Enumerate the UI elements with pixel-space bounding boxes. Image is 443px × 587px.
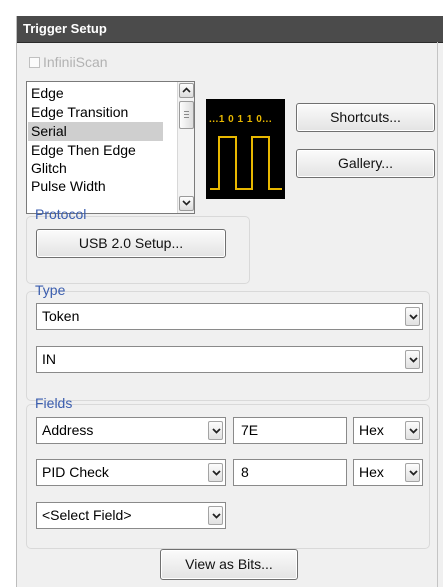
add-field-select[interactable]: <Select Field> — [36, 502, 226, 529]
format-dropdown-button[interactable] — [405, 421, 420, 440]
pid-check-value-input[interactable]: 8 — [233, 459, 347, 486]
type-label: Type — [35, 282, 66, 298]
view-as-bits-button[interactable]: View as Bits... — [160, 549, 298, 580]
trigger-setup-dialog: Trigger Setup InfiniiScan Edge Edge Tran… — [16, 16, 443, 587]
usb-setup-button[interactable]: USB 2.0 Setup... — [36, 229, 226, 258]
gallery-button[interactable]: Gallery... — [296, 149, 435, 178]
chevron-down-icon — [182, 200, 191, 206]
right-divider — [437, 42, 438, 587]
direction-select[interactable]: IN — [36, 346, 423, 373]
waveform-bits-label: ...1 0 1 1 0... — [209, 114, 272, 125]
list-item-serial[interactable]: Serial — [28, 122, 163, 141]
field-select-value: PID Check — [42, 464, 109, 480]
chevron-down-icon — [409, 314, 418, 320]
add-field-dropdown-button[interactable] — [208, 506, 223, 525]
list-item-pulse-width[interactable]: Pulse Width — [28, 177, 163, 196]
trigger-type-list[interactable]: Edge Edge Transition Serial Edge Then Ed… — [26, 81, 195, 214]
list-item-edge-then-edge[interactable]: Edge Then Edge — [28, 141, 163, 160]
pid-check-format-select[interactable]: Hex — [353, 459, 423, 486]
checkbox-box[interactable] — [29, 57, 40, 68]
chevron-down-icon — [409, 470, 418, 476]
shortcuts-button-label: Shortcuts... — [330, 109, 401, 125]
field-dropdown-button[interactable] — [208, 463, 223, 482]
token-dropdown-button[interactable] — [405, 307, 420, 326]
address-format-select[interactable]: Hex — [353, 417, 423, 444]
protocol-label: Protocol — [35, 206, 87, 222]
list-item-glitch[interactable]: Glitch — [28, 159, 163, 178]
chevron-down-icon — [212, 470, 221, 476]
serial-waveform-icon: ...1 0 1 1 0... — [206, 99, 285, 199]
token-select[interactable]: Token — [36, 303, 423, 330]
title-bar: Trigger Setup — [17, 16, 443, 43]
chevron-down-icon — [212, 428, 221, 434]
chevron-down-icon — [409, 357, 418, 363]
chevron-down-icon — [212, 513, 221, 519]
list-item-edge-transition[interactable]: Edge Transition — [28, 103, 163, 122]
view-as-bits-button-label: View as Bits... — [185, 556, 273, 572]
field-select-address[interactable]: Address — [36, 417, 226, 444]
direction-select-value: IN — [42, 351, 56, 367]
token-select-value: Token — [42, 308, 80, 324]
infiniiscan-label: InfiniiScan — [43, 54, 108, 70]
scroll-up-button[interactable] — [179, 83, 194, 98]
list-scrollbar[interactable] — [177, 82, 194, 213]
field-select-value: Address — [42, 422, 94, 438]
window-title: Trigger Setup — [23, 21, 107, 36]
scroll-down-button[interactable] — [179, 196, 194, 211]
usb-setup-button-label: USB 2.0 Setup... — [78, 235, 184, 251]
gallery-button-label: Gallery... — [338, 155, 393, 171]
address-value-input[interactable]: 7E — [233, 417, 347, 444]
list-item-edge[interactable]: Edge — [28, 84, 163, 103]
scroll-thumb[interactable] — [179, 101, 194, 129]
field-dropdown-button[interactable] — [208, 421, 223, 440]
add-field-select-value: <Select Field> — [42, 507, 132, 523]
field-select-pid-check[interactable]: PID Check — [36, 459, 226, 486]
chevron-up-icon — [182, 87, 191, 93]
fields-label: Fields — [35, 395, 73, 411]
chevron-down-icon — [409, 428, 418, 434]
direction-dropdown-button[interactable] — [405, 350, 420, 369]
format-select-value: Hex — [359, 464, 384, 480]
shortcuts-button[interactable]: Shortcuts... — [296, 103, 435, 132]
format-dropdown-button[interactable] — [405, 463, 420, 482]
format-select-value: Hex — [359, 422, 384, 438]
